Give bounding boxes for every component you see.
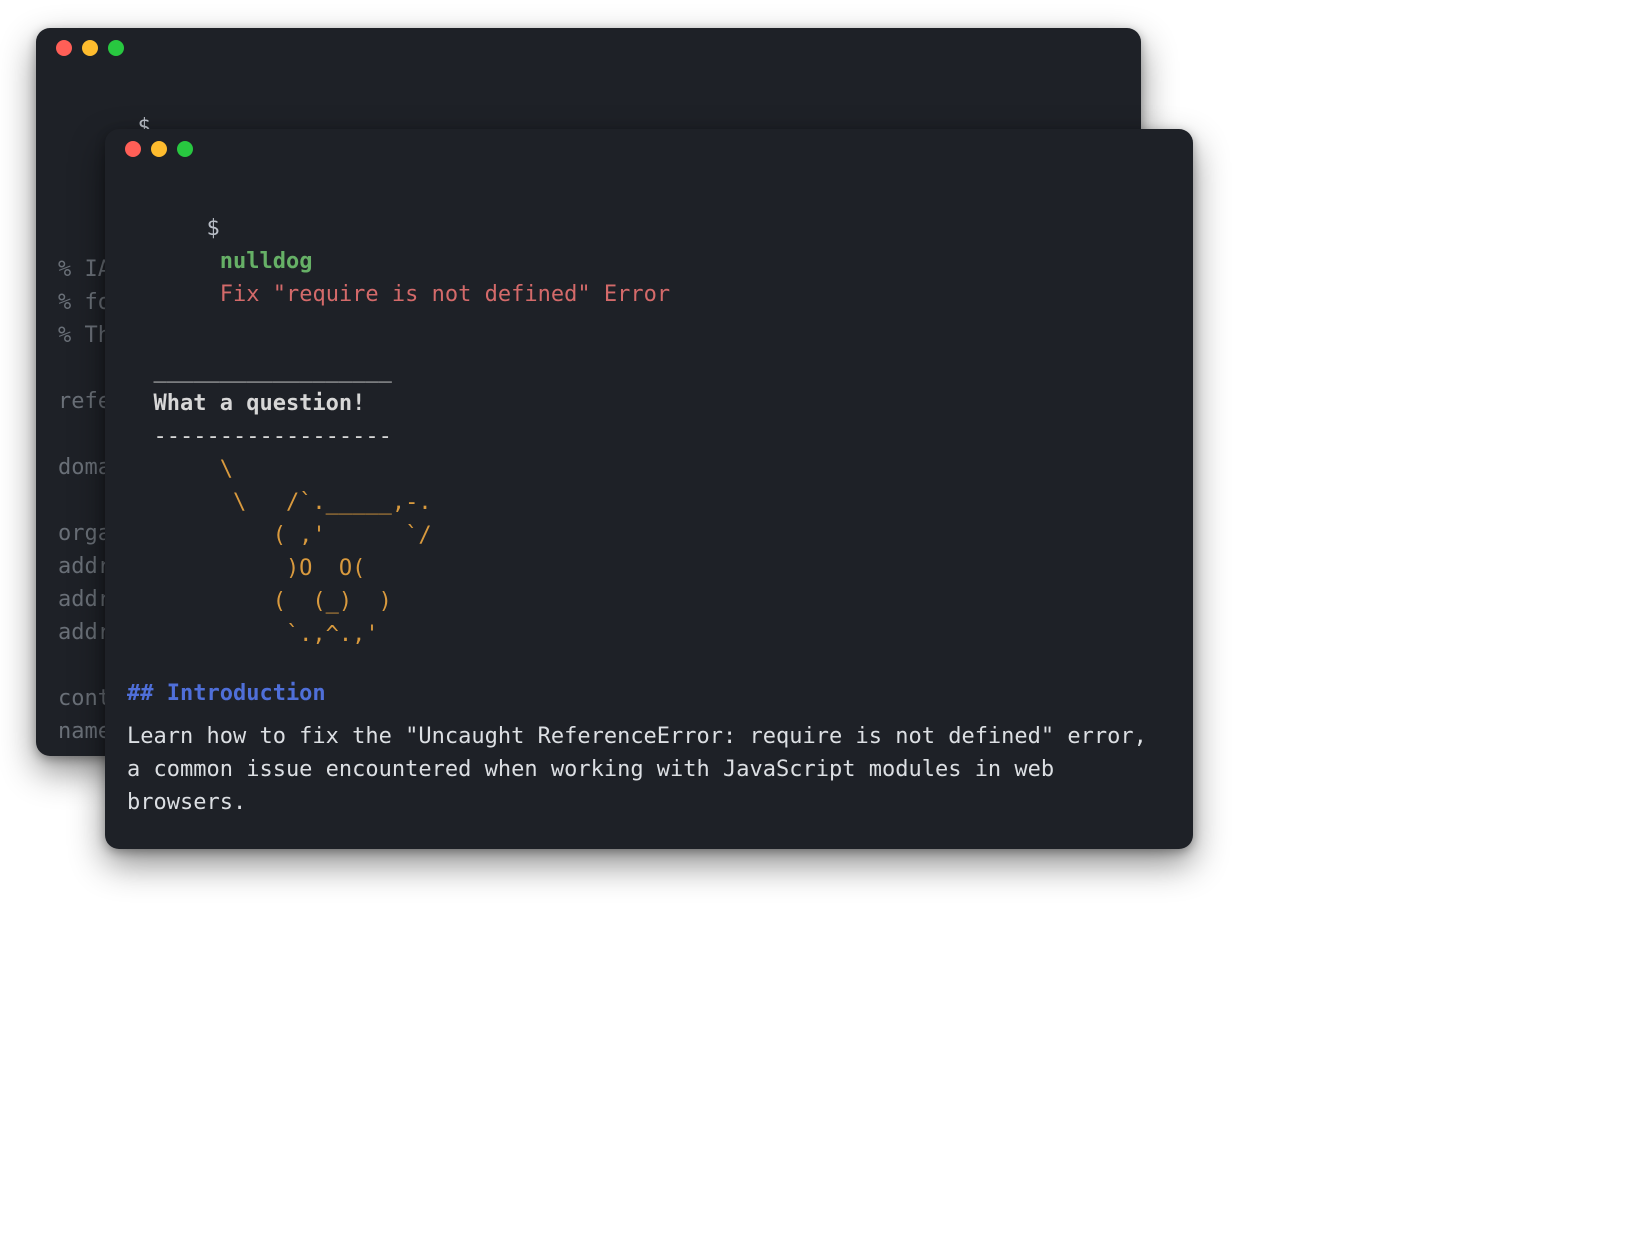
close-icon[interactable] <box>56 40 72 56</box>
minimize-icon[interactable] <box>82 40 98 56</box>
minimize-icon[interactable] <box>151 141 167 157</box>
command-arg: Fix "require is not defined" Error <box>220 282 670 307</box>
titlebar-back <box>36 28 1141 68</box>
section-body: Learn how to fix the "Uncaught Reference… <box>127 720 1171 819</box>
speech-bubble-top: __________________ <box>127 354 1171 387</box>
section-heading: ## Introduction <box>127 677 1171 710</box>
prompt-symbol: $ <box>206 216 219 241</box>
speech-bubble-bottom: ------------------ <box>127 420 1171 453</box>
maximize-icon[interactable] <box>108 40 124 56</box>
dog-ascii-art: \ \ /`._____,-. ( ,' `/ )O O( ( (_) ) `.… <box>127 453 1171 651</box>
terminal-window-front: $ nulldog Fix "require is not defined" E… <box>105 129 1193 849</box>
close-icon[interactable] <box>125 141 141 157</box>
command-line: $ nulldog Fix "require is not defined" E… <box>127 179 1171 344</box>
speech-bubble-text: What a question! <box>127 387 1171 420</box>
maximize-icon[interactable] <box>177 141 193 157</box>
terminal-body-front[interactable]: $ nulldog Fix "require is not defined" E… <box>105 169 1193 841</box>
titlebar-front <box>105 129 1193 169</box>
command-name: nulldog <box>220 249 313 274</box>
